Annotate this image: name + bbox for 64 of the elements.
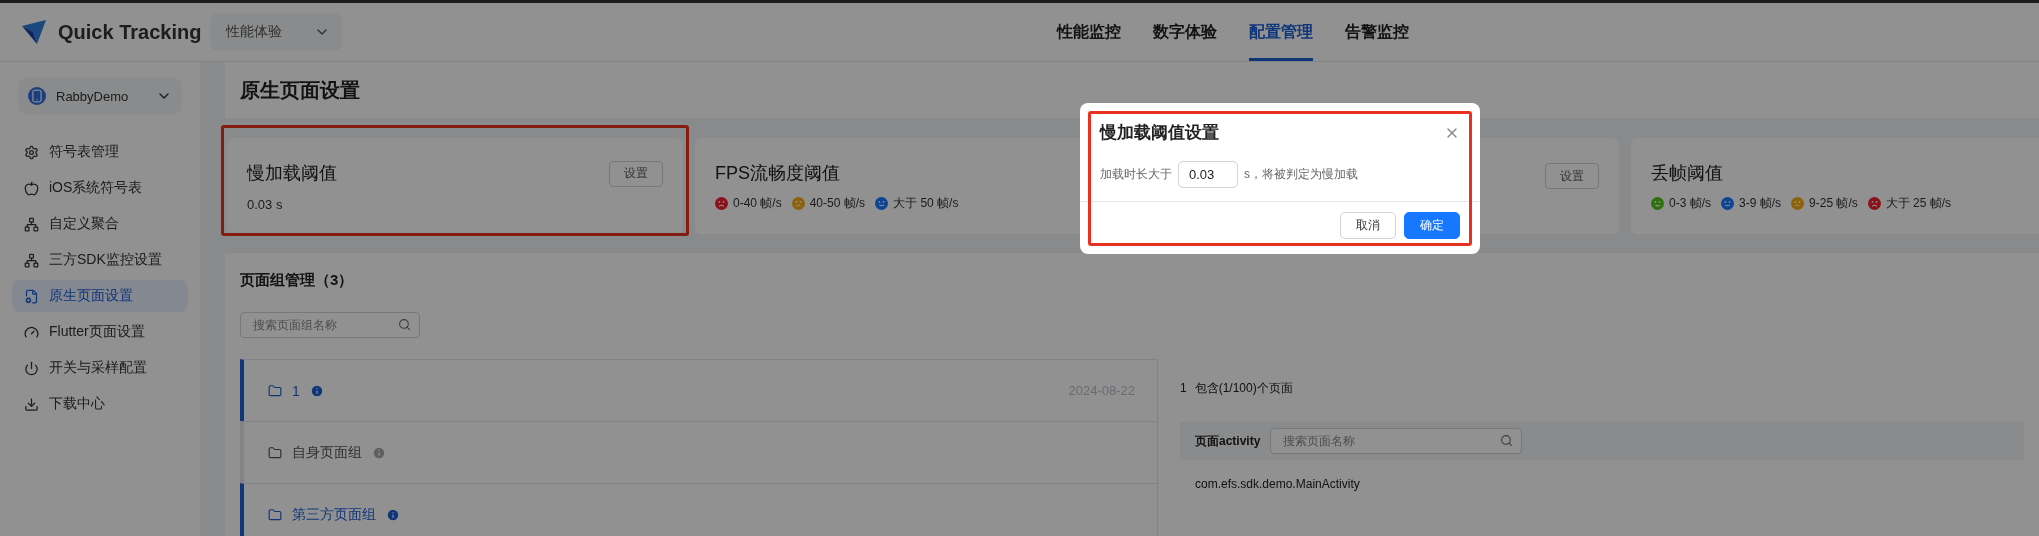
- sidebar-item[interactable]: 三方SDK监控设置: [12, 244, 188, 276]
- field-label: 加载时长大于: [1100, 165, 1172, 183]
- sidebar-item[interactable]: iOS系统符号表: [12, 172, 188, 204]
- settings-button[interactable]: 设置: [609, 160, 663, 187]
- card-title: 丢帧阈值: [1651, 161, 1723, 185]
- page-count: 包含(1/100)个页面: [1194, 379, 1293, 397]
- gauge-icon: [24, 324, 39, 340]
- phone-icon: [28, 87, 46, 105]
- search-field[interactable]: 搜索页面组名称: [240, 312, 420, 338]
- card-title: FPS流畅度阈值: [715, 161, 840, 185]
- folder-icon: [268, 445, 282, 460]
- legend-label: 大于 25 帧/s: [1885, 194, 1952, 212]
- apple-icon: [24, 180, 39, 196]
- logo-icon: [20, 18, 48, 46]
- section-title: 页面组管理（3）: [240, 271, 355, 290]
- legend-label: 大于 50 帧/s: [893, 194, 959, 212]
- settings-button[interactable]: 设置: [1545, 163, 1599, 189]
- folder-icon: [268, 383, 282, 398]
- product-select[interactable]: 性能体验: [210, 14, 342, 50]
- search-field[interactable]: 搜索页面名称: [1270, 428, 1523, 454]
- sidebar-item[interactable]: 下载中心: [12, 388, 188, 420]
- page-group-row[interactable]: 自身页面组: [240, 421, 1158, 484]
- legend-label: 3-9 帧/s: [1739, 194, 1782, 212]
- group-name: 1: [292, 382, 300, 399]
- field-suffix: s，将被判定为慢加载: [1244, 165, 1358, 183]
- network-icon: [24, 252, 39, 268]
- dialog-title: 慢加载阈值设置: [1100, 122, 1219, 144]
- sidebar-item[interactable]: 原生页面设置: [12, 280, 188, 312]
- search-icon: [398, 318, 411, 331]
- app-select[interactable]: RabbyDemo: [18, 78, 182, 114]
- nav-tab[interactable]: 数字体验: [1153, 3, 1217, 61]
- page-group-row[interactable]: 第三方页面组: [240, 483, 1158, 536]
- legend-label: 0-40 帧/s: [733, 194, 782, 212]
- info-icon: [309, 383, 324, 398]
- gear-icon: [24, 144, 39, 160]
- confirm-button[interactable]: 确定: [1404, 212, 1460, 239]
- download-icon: [24, 396, 39, 412]
- card-title: 慢加载阈值: [247, 161, 337, 185]
- sidebar-item[interactable]: 符号表管理: [12, 136, 188, 168]
- logo-text: Quick Tracking: [58, 20, 202, 44]
- info-icon: [386, 507, 400, 522]
- input-field[interactable]: 0.03: [1178, 160, 1238, 188]
- group-name: 第三方页面组: [292, 505, 376, 524]
- legend-label: 0-3 帧/s: [1669, 194, 1711, 212]
- network-icon: [24, 216, 39, 232]
- legend-label: 9-25 帧/s: [1809, 194, 1858, 212]
- threshold-value: 0.03 s: [247, 196, 284, 212]
- group-name: 自身页面组: [292, 443, 362, 462]
- nav-tab[interactable]: 性能监控: [1057, 3, 1121, 61]
- sidebar-item[interactable]: 自定义聚合: [12, 208, 188, 240]
- sidebar-item[interactable]: Flutter页面设置: [12, 316, 188, 348]
- nav-tab[interactable]: 告警监控: [1345, 3, 1409, 61]
- legend-label: 40-50 帧/s: [809, 194, 866, 212]
- info-icon: [372, 445, 386, 460]
- file-gear-icon: [24, 288, 39, 304]
- group-index: 1: [1180, 381, 1187, 395]
- cancel-button[interactable]: 取消: [1340, 212, 1396, 239]
- sidebar-item[interactable]: 开关与采样配置: [12, 352, 188, 384]
- power-icon: [24, 360, 39, 376]
- page-name: com.efs.sdk.demo.MainActivity: [1194, 476, 1361, 493]
- folder-icon: [268, 507, 282, 522]
- page-title: 原生页面设置: [240, 77, 360, 103]
- search-icon: [1500, 434, 1514, 447]
- column-label: 页面activity: [1195, 432, 1261, 450]
